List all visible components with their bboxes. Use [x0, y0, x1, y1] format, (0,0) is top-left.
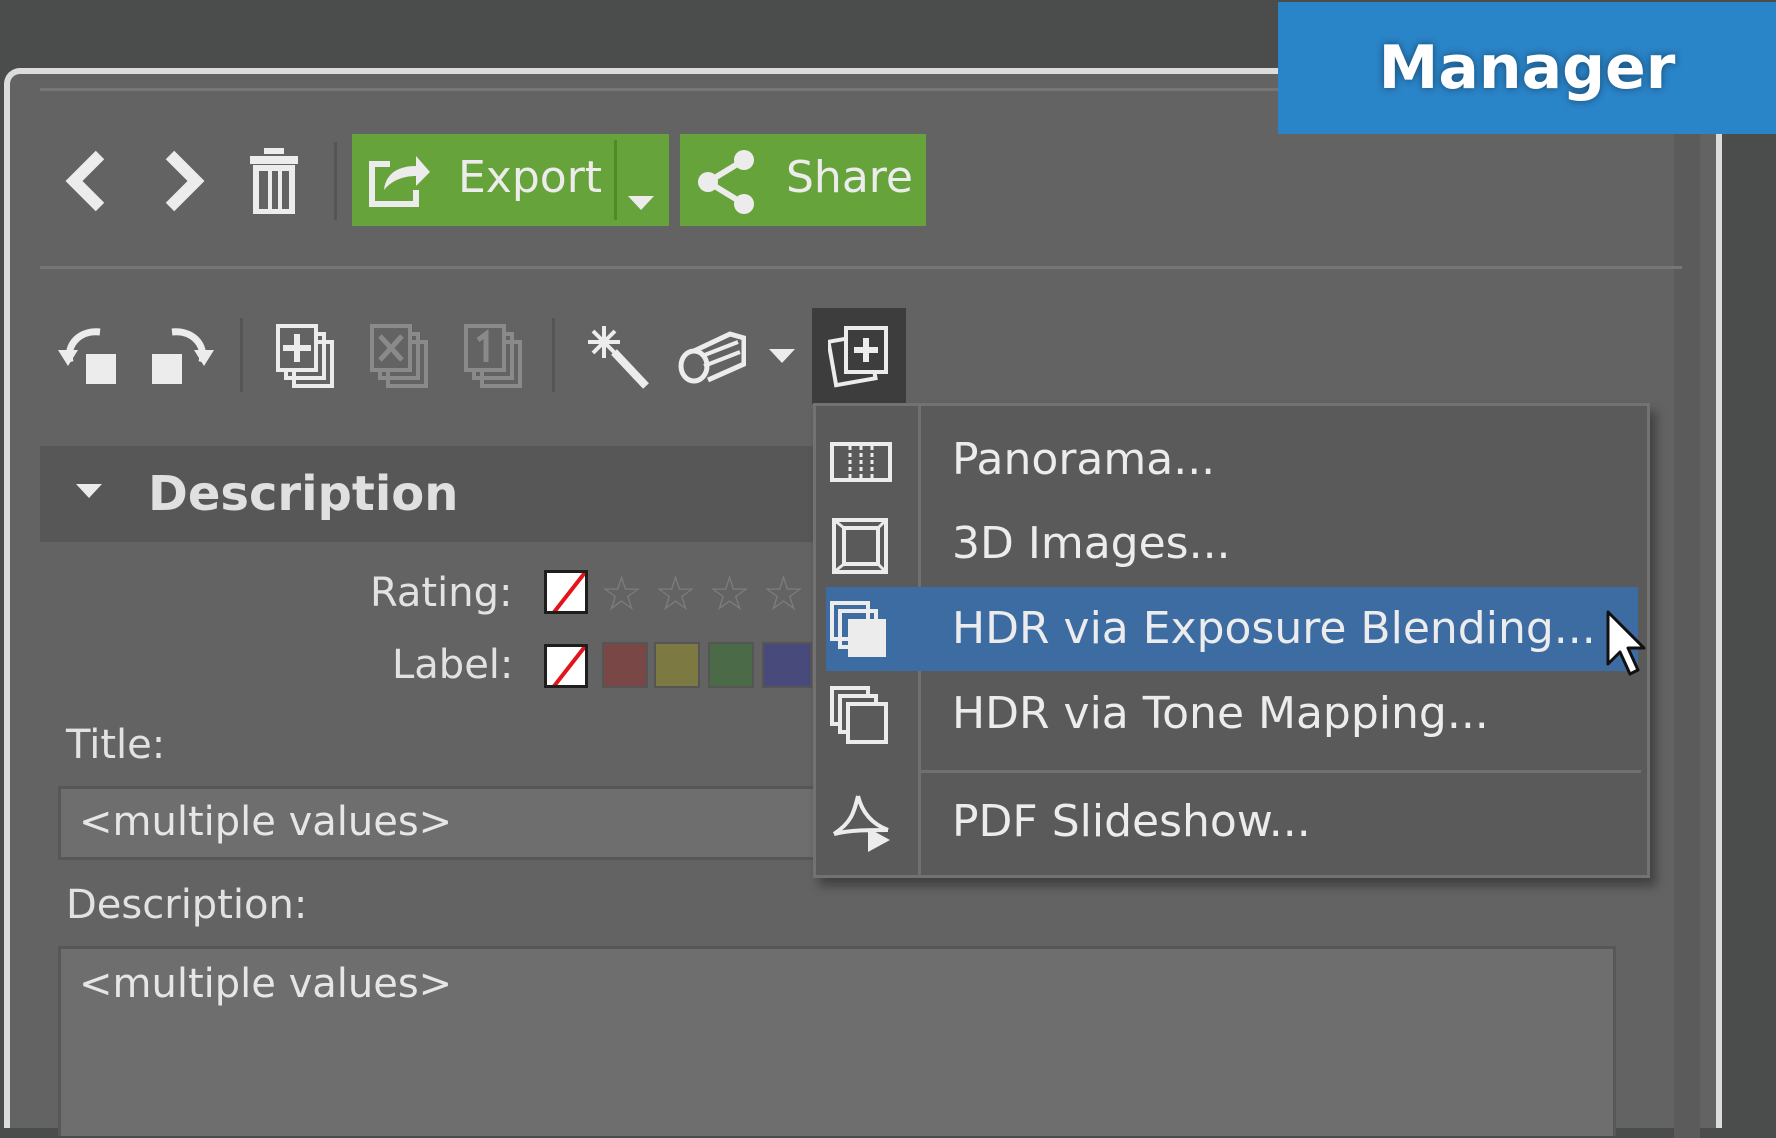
rotate-left-icon[interactable]	[56, 322, 124, 388]
menu-separator	[921, 770, 1641, 773]
pdf-icon	[828, 792, 894, 856]
menu-item-label: HDR via Exposure Blending...	[952, 603, 1596, 654]
description-value: <multiple values>	[79, 961, 453, 1007]
section-title: Description	[148, 466, 459, 522]
export-divider	[614, 140, 617, 220]
badge-label: Manager	[1378, 33, 1676, 103]
chevron-right-icon[interactable]	[152, 148, 212, 214]
label-none-box[interactable]	[544, 644, 588, 688]
export-label: Export	[458, 152, 603, 203]
chevron-left-icon[interactable]	[58, 148, 118, 214]
menu-item-3d-images[interactable]: 3D Images...	[816, 502, 1636, 586]
star-icon[interactable]: ☆	[600, 566, 643, 622]
manager-badge: Manager	[1278, 2, 1776, 134]
export-icon	[366, 148, 432, 221]
panel-scrollbar[interactable]	[1674, 98, 1700, 1138]
toolbar-separator	[240, 318, 243, 392]
menu-item-label: HDR via Tone Mapping...	[952, 688, 1489, 739]
label-label: Label:	[392, 642, 514, 688]
menu-item-pdf-slideshow[interactable]: PDF Slideshow...	[816, 780, 1636, 864]
hdr-stack-icon	[828, 599, 894, 663]
label-swatch-yellow[interactable]	[654, 642, 700, 688]
create-dropdown-menu: Panorama... 3D Images... HDR via Exposur…	[813, 403, 1650, 878]
rotate-right-icon[interactable]	[148, 322, 216, 388]
label-swatch-blue[interactable]	[762, 642, 812, 688]
collapse-triangle-icon[interactable]	[74, 482, 104, 504]
toolbar-separator	[334, 142, 337, 220]
menu-item-label: Panorama...	[952, 434, 1216, 485]
magic-wand-icon[interactable]	[584, 322, 652, 390]
duplicate-icon[interactable]	[276, 322, 338, 390]
chevron-down-icon[interactable]	[766, 346, 798, 366]
cube-icon	[828, 514, 894, 578]
title-value: <multiple values>	[79, 799, 453, 845]
panorama-icon	[828, 430, 894, 494]
export-button[interactable]: Export	[352, 134, 669, 226]
toolbar-divider	[40, 266, 1682, 269]
remove-duplicate-icon	[370, 322, 432, 390]
star-icon[interactable]: ☆	[762, 566, 805, 622]
share-button[interactable]: Share	[680, 134, 926, 226]
menu-item-hdr-exposure-blending[interactable]: HDR via Exposure Blending...	[826, 587, 1638, 671]
toolbar-separator	[552, 318, 555, 392]
menu-item-label: 3D Images...	[952, 518, 1231, 569]
chevron-down-icon[interactable]	[626, 172, 656, 223]
trash-icon[interactable]	[246, 144, 302, 216]
label-swatch-green[interactable]	[708, 642, 754, 688]
create-menu-button[interactable]	[812, 308, 906, 404]
label-swatch-red[interactable]	[602, 642, 648, 688]
star-icon[interactable]: ☆	[654, 566, 697, 622]
title-field[interactable]: <multiple values>	[58, 786, 838, 860]
star-icon[interactable]: ☆	[708, 566, 751, 622]
create-icon	[826, 324, 892, 392]
title-label: Title:	[66, 722, 166, 768]
share-label: Share	[786, 152, 913, 203]
rating-none-box[interactable]	[544, 570, 588, 614]
menu-item-hdr-tone-mapping[interactable]: HDR via Tone Mapping...	[816, 672, 1636, 756]
batch-icon[interactable]	[678, 326, 746, 386]
menu-item-panorama[interactable]: Panorama...	[816, 418, 1636, 502]
description-label: Description:	[66, 882, 308, 928]
hdr-stack-icon	[828, 684, 894, 748]
description-section-header[interactable]: Description	[40, 446, 830, 542]
share-icon	[694, 148, 760, 225]
number-duplicate-icon	[464, 322, 526, 390]
mouse-cursor-icon	[1604, 608, 1648, 684]
menu-item-label: PDF Slideshow...	[952, 796, 1311, 847]
description-field[interactable]: <multiple values>	[58, 946, 1616, 1136]
rating-label: Rating:	[370, 570, 513, 616]
